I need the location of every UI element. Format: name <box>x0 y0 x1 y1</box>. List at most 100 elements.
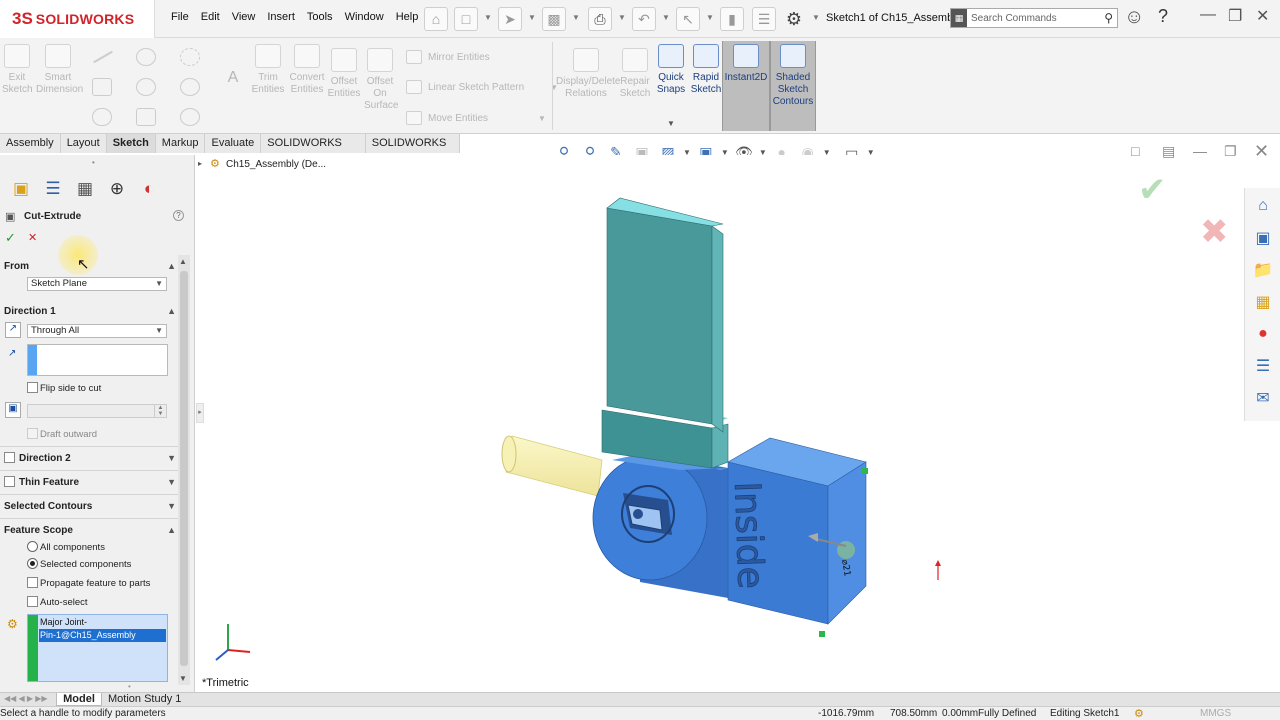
save-icon[interactable]: ▩ <box>542 7 566 31</box>
move-entities-button[interactable]: Move Entities ▼ <box>406 111 546 125</box>
tab-markup[interactable]: Markup <box>156 134 206 153</box>
components-list[interactable]: Major Joint-1@Ch15_Assembly Pin-1@Ch15_A… <box>27 614 168 682</box>
tab-layout[interactable]: Layout <box>61 134 107 153</box>
arm-part[interactable] <box>601 197 729 469</box>
display-manager-icon[interactable]: ◐ <box>136 176 162 202</box>
chevron-down-icon[interactable]: ▼ <box>528 13 536 22</box>
help-icon[interactable]: ? <box>1158 6 1168 27</box>
all-components-radio[interactable] <box>27 541 38 552</box>
tab-motion-study[interactable]: Motion Study 1 <box>108 693 181 705</box>
viewport-close-icon[interactable]: ✕ <box>1254 141 1269 162</box>
home-icon[interactable]: ⌂ <box>1249 192 1277 220</box>
scroll-down-icon[interactable]: ▼ <box>179 674 187 683</box>
print-icon[interactable]: ⎙ <box>588 7 612 31</box>
undo-icon[interactable]: ↶ <box>632 7 656 31</box>
units-indicator[interactable]: MMGS <box>1200 708 1231 719</box>
minimize-icon[interactable]: — <box>1200 6 1216 24</box>
ok-check-icon[interactable]: ✓ <box>5 230 16 246</box>
file-properties-icon[interactable]: ☰ <box>752 7 776 31</box>
select-arrow-icon[interactable]: ↖ <box>676 7 700 31</box>
cancel-x-icon[interactable]: ✕ <box>28 231 37 244</box>
exit-sketch-button[interactable]: Exit Sketch <box>2 44 33 96</box>
search-input[interactable]: Search Commands <box>971 13 1057 24</box>
rebuild-status-icon[interactable]: ⚙ <box>1134 707 1144 720</box>
draft-angle-field[interactable]: ▲ ▼ <box>27 404 167 418</box>
slot-icon[interactable] <box>92 108 112 126</box>
open-folder-icon[interactable]: ➤ <box>498 7 522 31</box>
display-delete-relations-button[interactable]: Display/Delete Relations <box>556 48 620 100</box>
feature-scope-section-header[interactable]: Feature Scope ▲ <box>4 525 176 536</box>
line-icon[interactable] <box>92 50 114 64</box>
chevron-down-icon[interactable]: ▼ <box>706 13 714 22</box>
offset-entities-button[interactable]: Offset Entities <box>326 48 362 100</box>
tab-evaluate[interactable]: Evaluate <box>205 134 262 153</box>
repair-sketch-button[interactable]: Repair Sketch <box>618 48 652 100</box>
file-explorer-icon[interactable]: 📁 <box>1249 256 1277 284</box>
resize-grip-icon[interactable]: • <box>128 682 131 691</box>
tab-scroll-icons[interactable]: ◀◀ ◀ ▶ ▶▶ <box>4 694 48 703</box>
chevron-down-icon[interactable]: ▼ <box>666 118 676 130</box>
ellipse-icon[interactable] <box>180 78 200 96</box>
rebuild-icon[interactable]: ▮ <box>720 7 744 31</box>
dimxpert-icon[interactable]: ⊕ <box>104 176 130 202</box>
user-icon[interactable]: ☺ <box>1124 6 1144 29</box>
new-document-icon[interactable]: □ <box>454 7 478 31</box>
menu-insert[interactable]: Insert <box>261 11 301 24</box>
menu-help[interactable]: Help <box>390 11 425 24</box>
chevron-down-icon[interactable]: ▼ <box>484 13 492 22</box>
resources-icon[interactable]: ▣ <box>1249 224 1277 252</box>
rapid-sketch-button[interactable]: Rapid Sketch <box>690 44 722 96</box>
scrollbar-thumb[interactable] <box>180 271 188 666</box>
arc-icon[interactable] <box>136 78 156 96</box>
direction-selection-box[interactable] <box>27 344 168 376</box>
property-manager-icon[interactable]: ☰ <box>40 176 66 202</box>
tab-model[interactable]: Model <box>56 693 102 706</box>
end-condition-select[interactable]: Through All ▼ <box>27 324 167 338</box>
direction1-section-header[interactable]: Direction 1 ▲ <box>4 306 176 317</box>
menu-tools[interactable]: Tools <box>301 11 339 24</box>
circle-icon[interactable] <box>136 48 156 66</box>
thin-feature-section-header[interactable]: Thin Feature ▼ <box>19 477 176 488</box>
from-select[interactable]: Sketch Plane ▼ <box>27 277 167 291</box>
custom-properties-icon[interactable]: ☰ <box>1249 352 1277 380</box>
forum-icon[interactable]: ✉ <box>1249 384 1277 412</box>
spinner-icon[interactable]: ▲ ▼ <box>154 405 166 417</box>
mirror-entities-button[interactable]: Mirror Entities <box>406 50 490 64</box>
home-icon[interactable]: ⌂ <box>424 7 448 31</box>
design-library-icon[interactable]: ▦ <box>1249 288 1277 316</box>
direction2-checkbox[interactable] <box>4 452 15 463</box>
search-box[interactable]: ▦ Search Commands ⚲ <box>950 8 1118 28</box>
selected-contours-section-header[interactable]: Selected Contours ▼ <box>4 501 176 512</box>
offset-on-surface-button[interactable]: Offset On Surface <box>364 48 398 112</box>
tab-sketch[interactable]: Sketch <box>106 134 156 153</box>
thin-feature-checkbox[interactable] <box>4 476 15 487</box>
solidworks-logo[interactable]: 3S SOLIDWORKS <box>0 0 155 38</box>
rectangle-icon[interactable] <box>92 78 112 96</box>
from-section-header[interactable]: From ▲ <box>4 261 176 272</box>
list-item-selected[interactable]: Pin-1@Ch15_Assembly <box>39 629 166 642</box>
chevron-down-icon[interactable]: ▼ <box>812 13 820 22</box>
collapse-icon[interactable]: ▲ <box>167 306 176 316</box>
tab-assembly[interactable]: Assembly <box>0 134 61 153</box>
feature-manager-icon[interactable]: ▣ <box>8 176 34 202</box>
auto-select-checkbox[interactable] <box>27 596 38 607</box>
quick-snaps-button[interactable]: Quick Snaps <box>654 44 688 96</box>
search-icon[interactable]: ⚲ <box>1104 11 1113 25</box>
tab-cam[interactable]: SOLIDWORKS CAM <box>366 134 460 168</box>
configuration-manager-icon[interactable]: ▦ <box>72 176 98 202</box>
gear-icon[interactable]: ⚙ <box>782 7 806 31</box>
fillet-icon[interactable] <box>180 108 200 126</box>
menu-window[interactable]: Window <box>339 11 390 24</box>
help-icon[interactable]: ? <box>173 210 184 221</box>
list-item[interactable]: Major Joint-1@Ch15_Assembly <box>39 616 166 640</box>
trim-entities-button[interactable]: Trim Entities <box>250 44 286 96</box>
convert-entities-button[interactable]: Convert Entities <box>288 44 326 96</box>
smart-dimension-button[interactable]: Smart Dimension <box>36 44 83 96</box>
menu-file[interactable]: File <box>165 11 195 24</box>
text-icon[interactable]: A <box>222 70 244 86</box>
tab-addins[interactable]: SOLIDWORKS Add-Ins <box>261 134 366 168</box>
panel-splitter-dot[interactable]: • <box>92 158 95 167</box>
draft-icon[interactable]: ▣ <box>5 402 21 418</box>
menu-view[interactable]: View <box>226 11 262 24</box>
chevron-down-icon[interactable]: ▼ <box>572 13 580 22</box>
